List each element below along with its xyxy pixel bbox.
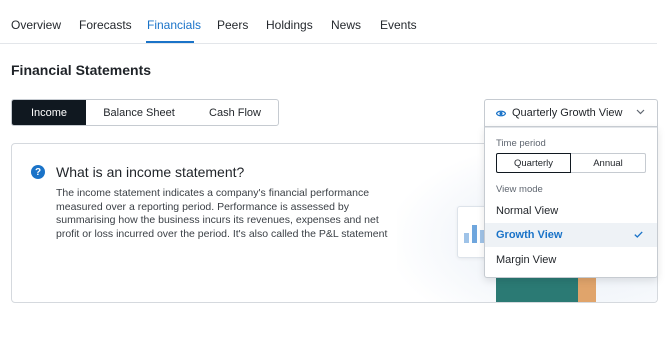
info-heading: What is an income statement? bbox=[56, 164, 245, 180]
illustration-bar bbox=[472, 225, 477, 243]
view-mode-caption: View mode bbox=[496, 184, 543, 195]
tab-forecasts[interactable]: Forecasts bbox=[79, 18, 132, 32]
section-title: Financial Statements bbox=[11, 62, 152, 78]
statement-selector: Income Balance Sheet Cash Flow bbox=[11, 99, 279, 126]
tab-news[interactable]: News bbox=[331, 18, 361, 32]
question-icon: ? bbox=[31, 165, 45, 179]
time-period-caption: Time period bbox=[496, 138, 546, 149]
tab-holdings[interactable]: Holdings bbox=[266, 18, 313, 32]
tab-financials[interactable]: Financials bbox=[147, 18, 201, 32]
tab-overview[interactable]: Overview bbox=[11, 18, 61, 32]
option-label: Normal View bbox=[496, 205, 559, 217]
option-label: Margin View bbox=[496, 254, 557, 266]
eye-icon bbox=[496, 110, 506, 117]
view-dropdown-label: Quarterly Growth View bbox=[512, 107, 623, 119]
option-label: Growth View bbox=[496, 229, 563, 241]
top-tab-bar: Overview Forecasts Financials Peers Hold… bbox=[0, 0, 657, 44]
period-annual-button[interactable]: Annual bbox=[571, 153, 646, 173]
info-body: The income statement indicates a company… bbox=[56, 187, 401, 241]
statement-tab-income[interactable]: Income bbox=[12, 100, 86, 125]
view-dropdown-trigger[interactable]: Quarterly Growth View bbox=[484, 99, 658, 126]
info-line: measured over a reporting period. Perfor… bbox=[56, 200, 349, 213]
statement-tab-cash-flow[interactable]: Cash Flow bbox=[192, 100, 278, 125]
tab-events[interactable]: Events bbox=[380, 18, 417, 32]
tab-peers[interactable]: Peers bbox=[217, 18, 248, 32]
period-quarterly-button[interactable]: Quarterly bbox=[496, 153, 571, 173]
time-period-toggle: Quarterly Annual bbox=[496, 153, 646, 173]
active-tab-indicator bbox=[146, 41, 194, 43]
info-line: The income statement indicates a company… bbox=[56, 187, 370, 199]
view-dropdown-menu: Time period Quarterly Annual View mode N… bbox=[484, 126, 658, 278]
statement-tab-balance-sheet[interactable]: Balance Sheet bbox=[86, 100, 192, 125]
chevron-down-icon bbox=[636, 109, 645, 115]
info-line: summarising how the business incurs its … bbox=[56, 214, 379, 226]
view-mode-option-margin[interactable]: Margin View bbox=[485, 248, 657, 272]
illustration-bar bbox=[464, 233, 469, 243]
view-mode-option-growth[interactable]: Growth View bbox=[485, 223, 657, 247]
check-icon bbox=[634, 231, 643, 238]
view-mode-option-normal[interactable]: Normal View bbox=[485, 199, 657, 223]
info-line: profit or loss incurred over the period.… bbox=[56, 227, 388, 240]
divider bbox=[485, 127, 657, 128]
